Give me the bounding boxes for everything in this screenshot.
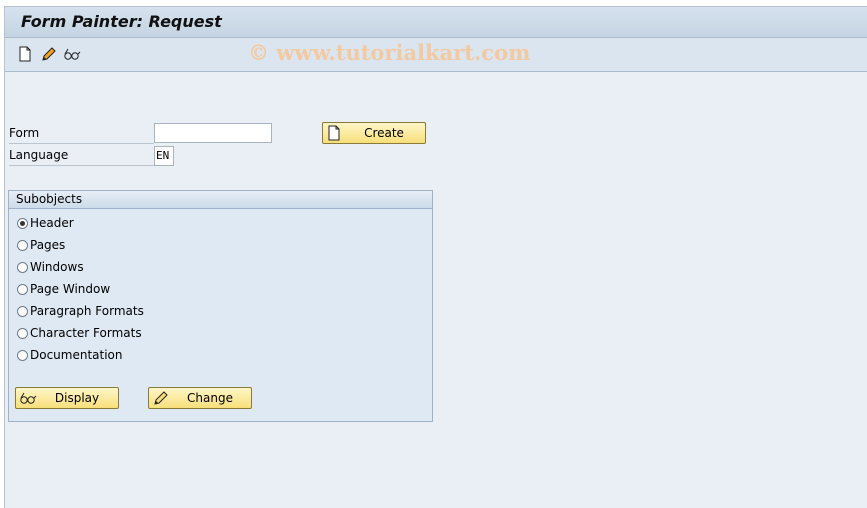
change-label: Change <box>187 391 233 405</box>
language-label: Language <box>9 146 154 166</box>
form-label: Form <box>9 124 154 144</box>
watermark: © www.tutorialkart.com <box>248 40 531 65</box>
page-title: Form Painter: Request <box>21 12 222 31</box>
radio-windows[interactable]: Windows <box>17 257 84 277</box>
radio-label: Character Formats <box>30 326 142 340</box>
radio-circle[interactable] <box>17 261 28 273</box>
radio-label: Documentation <box>30 348 123 362</box>
radio-circle[interactable] <box>17 327 28 339</box>
radio-page-window[interactable]: Page Window <box>17 279 110 299</box>
subobjects-group: Subobjects Header Pages Windows Page Win… <box>8 190 433 422</box>
radio-label: Paragraph Formats <box>30 304 144 318</box>
new-document-icon <box>326 125 342 141</box>
form-input[interactable] <box>154 123 272 143</box>
radio-character-formats[interactable]: Character Formats <box>17 323 142 343</box>
radio-label: Pages <box>30 238 66 252</box>
create-label: Create <box>364 126 404 140</box>
subobjects-title: Subobjects <box>9 191 432 209</box>
new-document-icon[interactable] <box>17 46 33 62</box>
radio-paragraph-formats[interactable]: Paragraph Formats <box>17 301 144 321</box>
display-button[interactable]: Display <box>15 387 119 409</box>
radio-pages[interactable]: Pages <box>17 235 65 255</box>
glasses-icon[interactable] <box>63 46 81 62</box>
radio-header[interactable]: Header <box>17 213 74 233</box>
application-toolbar: © www.tutorialkart.com <box>5 38 867 72</box>
pencil-icon <box>152 390 168 406</box>
glasses-icon <box>19 390 37 406</box>
sap-window: Form Painter: Request © www.tutorialkart… <box>4 6 867 508</box>
title-bar: Form Painter: Request <box>5 7 867 38</box>
radio-circle[interactable] <box>17 283 28 295</box>
radio-circle[interactable] <box>17 305 28 317</box>
pencil-icon[interactable] <box>40 46 56 62</box>
radio-label: Windows <box>30 260 84 274</box>
radio-circle[interactable] <box>17 349 28 361</box>
radio-circle[interactable] <box>17 217 28 229</box>
change-button[interactable]: Change <box>148 387 252 409</box>
radio-label: Header <box>30 216 74 230</box>
radio-documentation[interactable]: Documentation <box>17 345 123 365</box>
radio-label: Page Window <box>30 282 111 296</box>
create-button[interactable]: Create <box>322 122 426 144</box>
radio-circle[interactable] <box>17 239 28 251</box>
language-input[interactable]: EN <box>154 146 174 166</box>
display-label: Display <box>54 391 100 405</box>
